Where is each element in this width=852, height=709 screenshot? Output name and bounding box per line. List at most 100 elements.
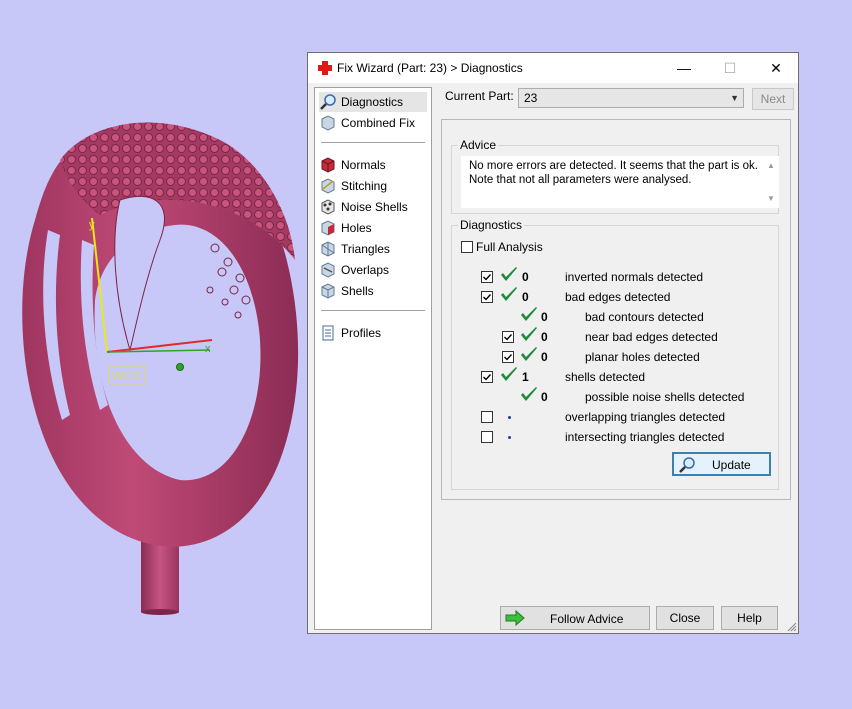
minimize-button[interactable]: — (661, 53, 707, 83)
sidebar-item-label: Overlaps (341, 263, 390, 277)
stitching-icon (321, 178, 335, 194)
scroll-down-icon[interactable]: ▼ (763, 192, 779, 206)
red-cross-icon (318, 61, 332, 75)
follow-advice-button[interactable]: Follow Advice (500, 606, 650, 630)
triangles-icon (321, 241, 335, 257)
sidebar-item-label: Shells (341, 284, 374, 298)
noise-shells-text: possible noise shells detected (585, 390, 745, 404)
fix-wizard-dialog: Fix Wizard (Part: 23) > Diagnostics — ☐ … (307, 52, 799, 634)
sidebar-item-normals[interactable]: Normals (319, 155, 427, 175)
ok-check-icon (521, 307, 537, 321)
checkmark-icon (504, 354, 513, 361)
checkmark-icon (504, 334, 513, 341)
sidebar-item-label: Combined Fix (341, 116, 416, 130)
overlaps-icon (321, 262, 335, 278)
close-button[interactable]: Close (656, 606, 714, 630)
close-window-button[interactable]: ✕ (753, 53, 799, 83)
pending-dot-icon (508, 416, 511, 419)
checkmark-icon (483, 274, 492, 281)
sidebar-item-label: Holes (341, 221, 372, 235)
inverted-normals-count: 0 (522, 270, 529, 284)
planar-holes-text: planar holes detected (585, 350, 700, 364)
checkmark-icon (483, 374, 492, 381)
sidebar-item-label: Normals (341, 158, 386, 172)
pending-dot-icon (508, 436, 511, 439)
sidebar-item-combined-fix[interactable]: Combined Fix (319, 113, 427, 133)
axis-y-label: y (89, 219, 95, 231)
advice-scrollbar[interactable]: ▲ ▼ (763, 156, 779, 208)
ok-check-icon (501, 287, 517, 301)
full-analysis-checkbox[interactable] (461, 241, 473, 253)
current-part-select[interactable]: 23 ▼ (518, 88, 744, 108)
sidebar-item-overlaps[interactable]: Overlaps (319, 260, 427, 280)
green-arrow-icon (505, 610, 525, 626)
profiles-icon (322, 325, 334, 341)
help-button[interactable]: Help (721, 606, 778, 630)
sidebar-item-label: Triangles (341, 242, 390, 256)
update-button[interactable]: Update (672, 452, 771, 476)
current-part-label: Current Part: (445, 89, 514, 103)
wcs-label: WCS (112, 369, 140, 383)
diagnostics-title: Diagnostics (458, 218, 525, 232)
sidebar-item-holes[interactable]: Holes (319, 218, 427, 238)
advice-line-1: No more errors are detected. It seems th… (469, 160, 758, 172)
ok-check-icon (501, 267, 517, 281)
sidebar-item-label: Diagnostics (341, 95, 404, 109)
holes-icon (321, 220, 335, 236)
sidebar-item-shells[interactable]: Shells (319, 281, 427, 301)
near-bad-edges-count: 0 (541, 330, 548, 344)
bad-contours-count: 0 (541, 310, 548, 324)
bad-edges-checkbox[interactable] (481, 291, 493, 303)
magnifier-icon (320, 94, 336, 110)
sidebar-item-noise-shells[interactable]: Noise Shells (319, 197, 427, 217)
advice-text-box[interactable]: No more errors are detected. It seems th… (461, 156, 779, 208)
ok-check-icon (521, 327, 537, 341)
follow-advice-label: Follow Advice (550, 612, 624, 626)
title-bar[interactable]: Fix Wizard (Part: 23) > Diagnostics — ☐ … (308, 53, 798, 83)
diagnostics-panel: Advice No more errors are detected. It s… (441, 119, 791, 500)
sidebar-item-label: Profiles (341, 326, 382, 340)
axis-x-label: x (205, 343, 211, 355)
sidebar-item-label: Noise Shells (341, 200, 408, 214)
maximize-button[interactable]: ☐ (707, 53, 753, 83)
diagnostics-group: Diagnostics Full Analysis 0 inverted nor… (451, 218, 779, 490)
near-bad-edges-checkbox[interactable] (502, 331, 514, 343)
sidebar-item-triangles[interactable]: Triangles (319, 239, 427, 259)
ok-check-icon (521, 347, 537, 361)
inverted-normals-checkbox[interactable] (481, 271, 493, 283)
next-button[interactable]: Next (752, 88, 794, 110)
advice-title: Advice (458, 138, 499, 152)
advice-line-2: Note that not all parameters were analys… (469, 174, 692, 186)
normals-icon (321, 157, 335, 173)
combined-fix-icon (321, 115, 335, 131)
full-analysis-label: Full Analysis (476, 240, 543, 254)
noise-shells-count: 0 (541, 390, 548, 404)
advice-group: Advice No more errors are detected. It s… (451, 138, 779, 214)
sidebar-item-profiles[interactable]: Profiles (319, 323, 427, 343)
near-bad-edges-text: near bad edges detected (585, 330, 718, 344)
resize-grip-icon[interactable] (787, 622, 797, 632)
planar-holes-count: 0 (541, 350, 548, 364)
sidebar-item-stitching[interactable]: Stitching (319, 176, 427, 196)
bad-contours-text: bad contours detected (585, 310, 704, 324)
shells-icon (321, 283, 335, 299)
overlapping-triangles-text: overlapping triangles detected (565, 410, 726, 424)
intersecting-triangles-checkbox[interactable] (481, 431, 493, 443)
shells-checkbox[interactable] (481, 371, 493, 383)
overlapping-triangles-checkbox[interactable] (481, 411, 493, 423)
magnifier-icon (679, 457, 695, 473)
bad-edges-count: 0 (522, 290, 529, 304)
scroll-up-icon[interactable]: ▲ (763, 159, 779, 173)
shells-text: shells detected (565, 370, 646, 384)
nav-divider (321, 142, 425, 143)
window-title: Fix Wizard (Part: 23) > Diagnostics (337, 61, 523, 75)
intersecting-triangles-text: intersecting triangles detected (565, 430, 725, 444)
sidebar-item-diagnostics[interactable]: Diagnostics (319, 92, 427, 112)
checkmark-icon (483, 294, 492, 301)
chevron-down-icon: ▼ (730, 93, 739, 103)
nav-divider (321, 310, 425, 311)
current-part-value: 23 (524, 91, 538, 105)
sidebar-nav: Diagnostics Combined Fix Normals Stitchi… (314, 87, 432, 630)
sidebar-item-label: Stitching (341, 179, 388, 193)
planar-holes-checkbox[interactable] (502, 351, 514, 363)
